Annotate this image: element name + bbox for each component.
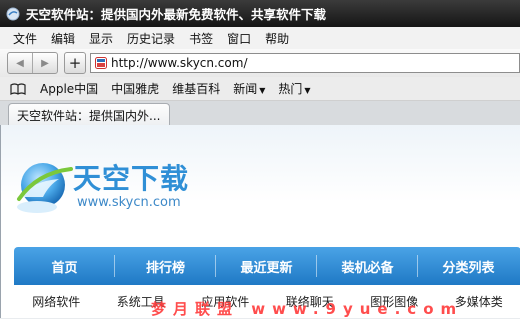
dropdown-arrow-icon: ▼	[304, 86, 310, 95]
bookmark-apple-china[interactable]: Apple中国	[40, 80, 98, 97]
bookmark-label: 维基百科	[172, 82, 220, 96]
new-tab-button[interactable]: +	[64, 52, 86, 74]
site-logo[interactable]: 天空下载 www.skycn.com	[13, 151, 198, 226]
tab-skycn[interactable]: 天空软件站：提供国内外...	[8, 103, 170, 125]
favicon-icon	[95, 57, 107, 69]
navigation-toolbar: ◀ ▶ + http://www.skycn.com/	[0, 49, 520, 77]
logo-cloud-icon	[13, 151, 75, 221]
bookmark-wikipedia[interactable]: 维基百科	[172, 80, 220, 97]
address-bar[interactable]: http://www.skycn.com/	[90, 53, 520, 73]
nav-rankings[interactable]: 排行榜	[115, 247, 216, 285]
logo-domain-text: www.skycn.com	[77, 195, 181, 210]
nav-categories[interactable]: 分类列表	[418, 247, 519, 285]
nav-essentials[interactable]: 装机必备	[317, 247, 418, 285]
bookmark-label: 热门	[278, 82, 302, 96]
menu-window[interactable]: 窗口	[220, 28, 258, 49]
app-icon	[6, 7, 20, 21]
menu-view[interactable]: 显示	[82, 28, 120, 49]
logo-brand-text: 天空下载	[73, 157, 189, 197]
dropdown-arrow-icon: ▼	[259, 86, 265, 95]
menu-history[interactable]: 历史记录	[120, 28, 182, 49]
menu-bar: 文件 编辑 显示 历史记录 书签 窗口 帮助	[0, 27, 520, 49]
bookmark-popular-folder[interactable]: 热门▼	[278, 80, 310, 97]
category-network-software[interactable]: 网络软件	[14, 293, 99, 310]
nav-home[interactable]: 首页	[14, 247, 115, 285]
web-page-content: 天空下载 www.skycn.com 首页 排行榜 最近更新 装机必备 分类列表…	[0, 125, 520, 318]
url-text[interactable]: http://www.skycn.com/	[111, 56, 247, 70]
book-icon[interactable]	[10, 83, 26, 95]
back-forward-group: ◀ ▶	[7, 52, 58, 74]
menu-file[interactable]: 文件	[6, 28, 44, 49]
main-navigation: 首页 排行榜 最近更新 装机必备 分类列表	[14, 247, 520, 285]
tab-label: 天空软件站：提供国内外...	[17, 109, 160, 123]
tab-strip: 天空软件站：提供国内外...	[0, 101, 520, 125]
window-title: 天空软件站：提供国内外最新免费软件、共享软件下载	[26, 4, 326, 23]
watermark-text: 梦月联盟 www.9yue.com	[151, 298, 463, 319]
forward-button[interactable]: ▶	[32, 53, 57, 73]
menu-help[interactable]: 帮助	[258, 28, 296, 49]
back-arrow-icon: ◀	[16, 58, 24, 69]
window-titlebar: 天空软件站：提供国内外最新免费软件、共享软件下载	[0, 0, 520, 27]
back-button[interactable]: ◀	[8, 53, 32, 73]
bookmarks-bar: Apple中国 中国雅虎 维基百科 新闻▼ 热门▼	[0, 77, 520, 101]
bookmark-label: 中国雅虎	[111, 82, 159, 96]
bookmark-label: 新闻	[233, 82, 257, 96]
bookmark-yahoo-china[interactable]: 中国雅虎	[111, 80, 159, 97]
plus-icon: +	[69, 56, 82, 71]
bookmark-news-folder[interactable]: 新闻▼	[233, 80, 265, 97]
nav-latest-updates[interactable]: 最近更新	[216, 247, 317, 285]
bookmark-label: Apple中国	[40, 82, 98, 96]
menu-edit[interactable]: 编辑	[44, 28, 82, 49]
forward-arrow-icon: ▶	[41, 58, 49, 69]
menu-bookmarks[interactable]: 书签	[182, 28, 220, 49]
